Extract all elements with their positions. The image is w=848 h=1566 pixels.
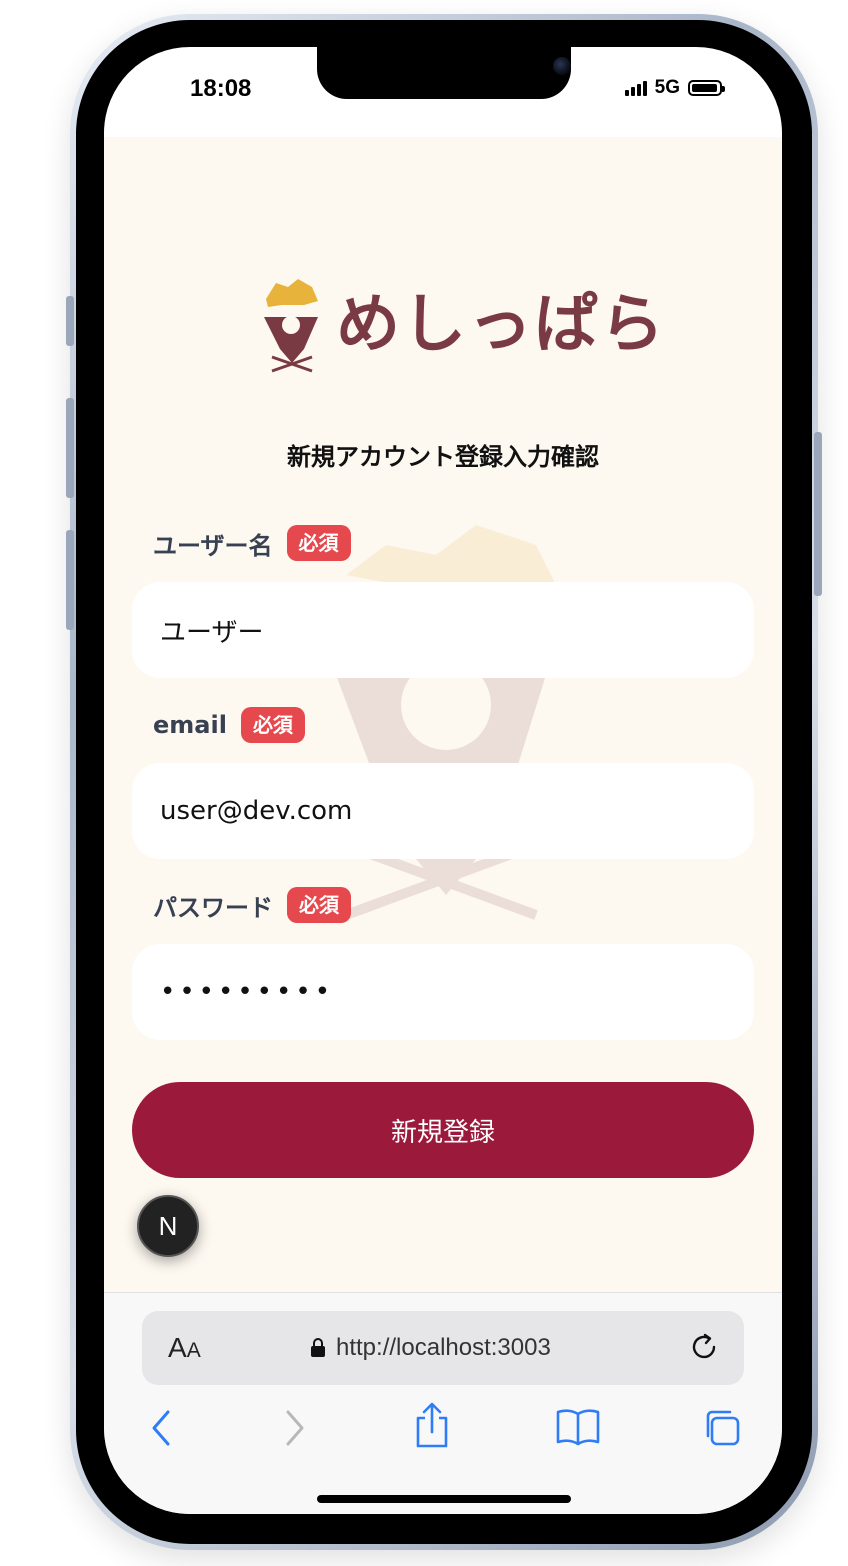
notch: [317, 47, 571, 99]
url-text: http://localhost:3003: [336, 1334, 551, 1361]
camera-icon: [553, 57, 571, 75]
email-label: email: [153, 711, 227, 739]
battery-icon: [688, 80, 725, 96]
phone-screen: 18:08 5G めしっぱら 新規アカウント登録入力確認 ユーザー名 必須 ユー…: [104, 47, 782, 1514]
logo-watermark-icon: [336, 525, 556, 920]
page-content: めしっぱら 新規アカウント登録入力確認 ユーザー名 必須 ユーザー email …: [104, 137, 782, 1292]
text-size-label-small: A: [186, 1339, 201, 1362]
logo-mascot-icon: [264, 279, 318, 373]
signal-icon: [624, 80, 647, 96]
tabs-icon[interactable]: [702, 1408, 742, 1448]
username-label: ユーザー名: [153, 531, 273, 560]
required-badge: 必須: [240, 707, 305, 743]
text-size-label-big: A: [168, 1332, 187, 1363]
status-time: 18:08: [190, 75, 252, 102]
password-label-row: パスワード 必須: [153, 887, 351, 923]
text-size-button[interactable]: AA: [168, 1332, 201, 1364]
username-label-row: ユーザー名 必須: [153, 525, 351, 561]
status-indicators: 5G: [624, 77, 725, 99]
back-icon[interactable]: [150, 1408, 174, 1448]
logo-text: めしっぱら: [336, 288, 666, 362]
nextjs-dev-button[interactable]: N: [137, 1195, 199, 1257]
password-label: パスワード: [153, 893, 273, 922]
network-label: 5G: [654, 77, 680, 98]
reload-icon[interactable]: [688, 1331, 720, 1363]
password-input[interactable]: •••••••••: [132, 944, 754, 1040]
required-badge: 必須: [287, 887, 351, 923]
side-button: [66, 398, 74, 498]
side-button: [814, 432, 822, 596]
email-input[interactable]: user@dev.com: [132, 763, 754, 859]
url-display[interactable]: http://localhost:3003: [310, 1334, 551, 1362]
email-label-row: email 必須: [153, 707, 305, 743]
side-button: [66, 296, 74, 346]
browser-nav: [104, 1402, 782, 1458]
side-button: [66, 530, 74, 630]
lock-icon: [311, 1338, 325, 1357]
app-logo: めしっぱら: [260, 277, 666, 373]
browser-toolbar: AA http://localhost:3003: [104, 1292, 782, 1514]
forward-icon[interactable]: [282, 1408, 306, 1448]
share-icon[interactable]: [414, 1402, 450, 1448]
register-button[interactable]: 新規登録: [132, 1082, 754, 1178]
home-indicator: [317, 1495, 571, 1503]
username-input[interactable]: ユーザー: [132, 582, 754, 678]
required-badge: 必須: [286, 525, 351, 561]
address-bar[interactable]: AA http://localhost:3003: [142, 1311, 744, 1385]
bookmarks-icon[interactable]: [556, 1408, 600, 1446]
page-title: 新規アカウント登録入力確認: [287, 443, 599, 471]
